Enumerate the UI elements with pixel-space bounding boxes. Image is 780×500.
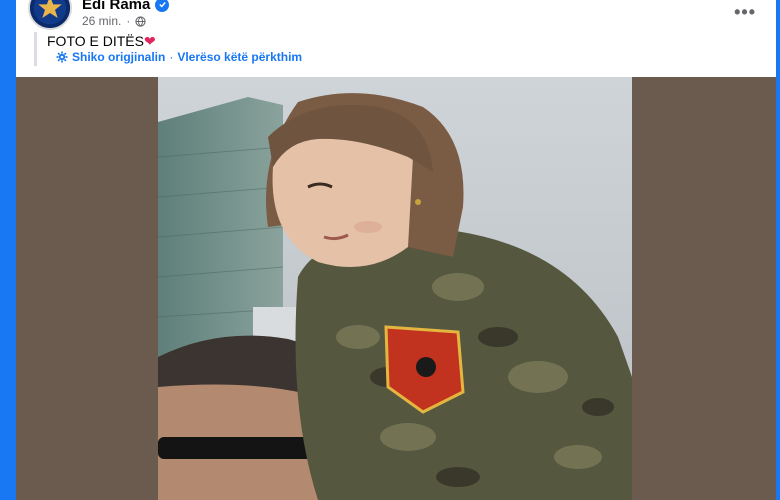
translate-separator: ·: [169, 50, 174, 64]
post-text: FOTO E DITËS❤: [47, 32, 156, 50]
author-avatar[interactable]: [28, 0, 72, 30]
gear-icon: [56, 51, 68, 63]
more-options-icon[interactable]: •••: [734, 2, 756, 23]
verified-badge-icon: [155, 0, 170, 12]
post-author[interactable]: Edi Rama: [82, 0, 170, 13]
window-edge: [776, 0, 780, 500]
heart-emoji: ❤: [143, 33, 156, 49]
see-original-link[interactable]: Shiko origjinalin: [72, 50, 165, 64]
photo-image: [158, 77, 632, 500]
globe-icon: [135, 15, 146, 27]
meta-separator: ·: [126, 14, 131, 28]
post-card: Edi Rama 26 min. · ••• FOTO E DITËS❤ Shi…: [16, 0, 776, 500]
translation-bar: Shiko origjinalin · Vlerëso këtë përkthi…: [56, 50, 302, 64]
post-timestamp[interactable]: 26 min.: [82, 14, 121, 28]
author-name[interactable]: Edi Rama: [82, 0, 150, 13]
rate-translation-link[interactable]: Vlerëso këtë përkthim: [177, 50, 302, 64]
post-photo[interactable]: [16, 77, 776, 500]
post-caption: FOTO E DITËS: [47, 33, 144, 49]
post-meta: 26 min. ·: [82, 14, 146, 28]
